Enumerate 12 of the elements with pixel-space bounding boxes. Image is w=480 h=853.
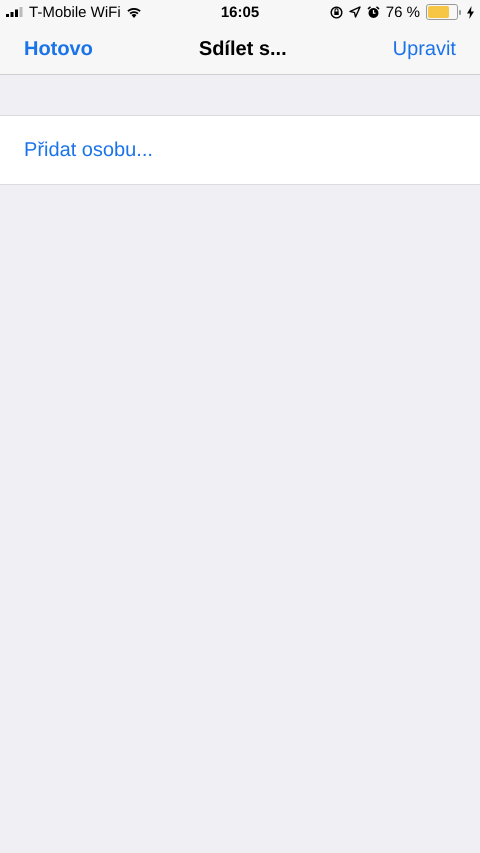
location-arrow-icon	[348, 6, 361, 18]
edit-button[interactable]: Upravit	[392, 38, 456, 60]
wifi-icon	[126, 6, 142, 18]
signal-icon	[6, 7, 24, 17]
battery-percent: 76 %	[386, 4, 420, 20]
carrier-name: T-Mobile WiFi	[29, 4, 121, 20]
alarm-clock-icon	[366, 6, 380, 18]
done-button[interactable]: Hotovo	[24, 38, 93, 60]
clock-time: 16:05	[220, 4, 260, 20]
battery-icon	[426, 4, 461, 20]
rotation-lock-icon	[330, 6, 343, 18]
nav-title: Sdílet s...	[198, 38, 287, 60]
